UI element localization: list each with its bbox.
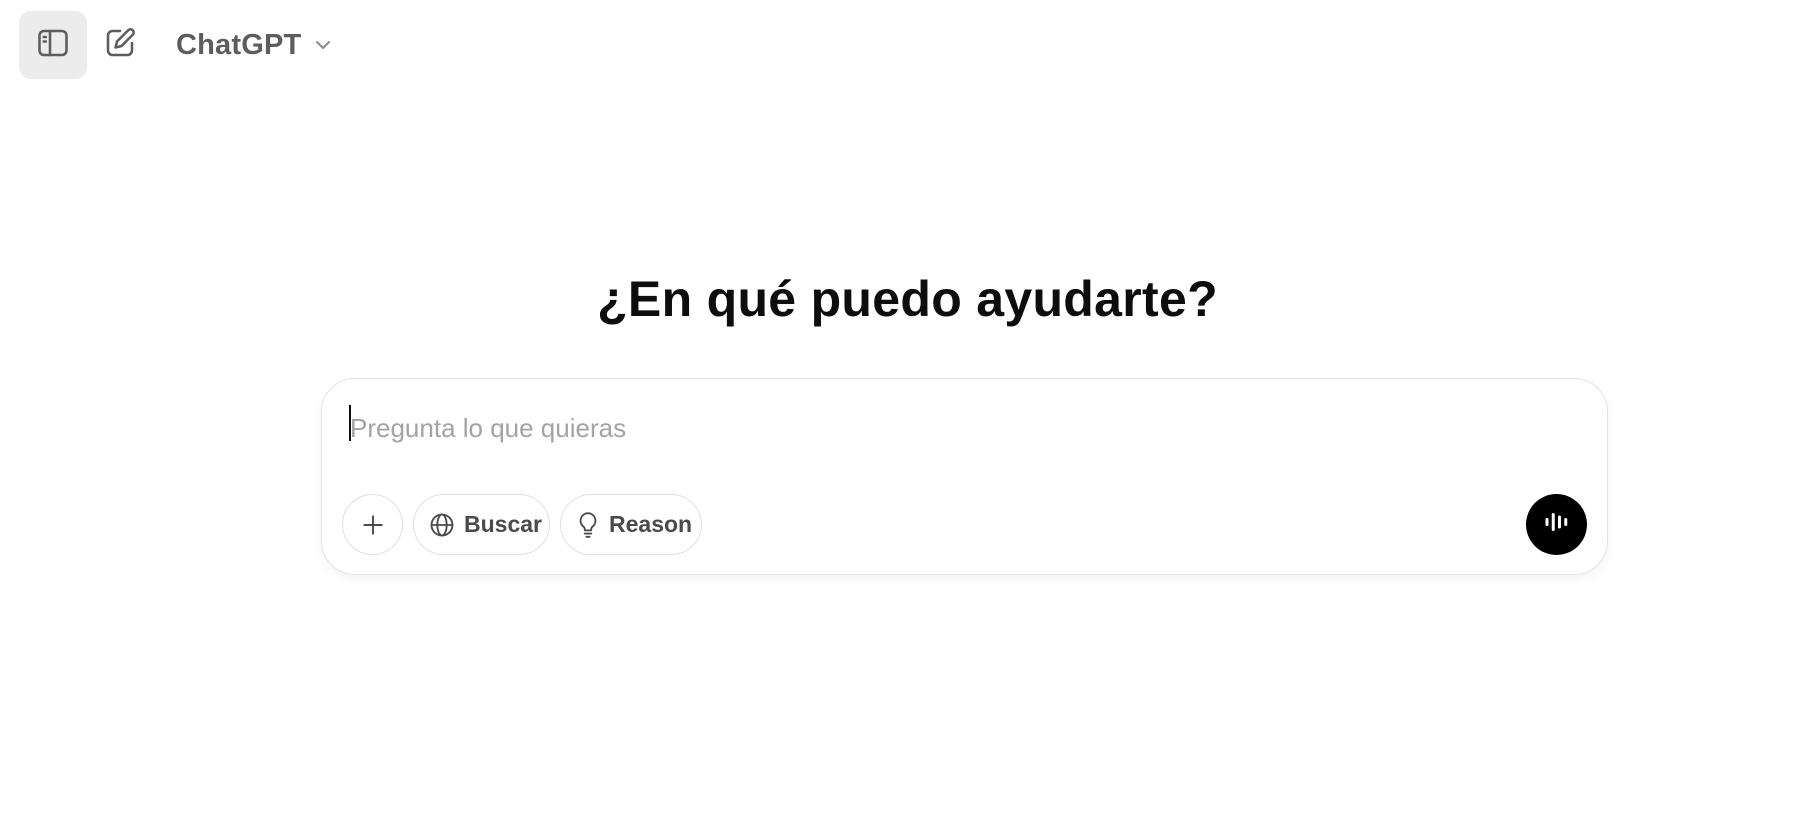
sidebar-toggle-icon — [35, 25, 71, 66]
search-button[interactable]: Buscar — [413, 494, 550, 555]
model-selector[interactable]: ChatGPT — [172, 18, 337, 72]
chevron-down-icon — [313, 35, 333, 55]
prompt-input[interactable] — [348, 405, 1548, 451]
globe-icon — [428, 511, 456, 539]
search-button-label: Buscar — [464, 511, 542, 537]
plus-icon — [360, 512, 386, 538]
reason-button-label: Reason — [609, 511, 693, 537]
voice-mode-button[interactable] — [1526, 494, 1587, 555]
attach-button[interactable] — [342, 494, 403, 555]
lightbulb-icon — [575, 510, 601, 540]
new-chat-button[interactable] — [86, 11, 154, 79]
top-bar: ChatGPT — [0, 0, 1815, 90]
edit-icon — [102, 25, 138, 66]
message-composer: Buscar Reason — [321, 378, 1608, 575]
sidebar-toggle-button[interactable] — [19, 11, 87, 79]
page-title: ¿En qué puedo ayudarte? — [597, 271, 1218, 327]
reason-button[interactable]: Reason — [560, 494, 702, 555]
text-caret — [349, 405, 351, 441]
voice-waveform-icon — [1542, 507, 1572, 542]
model-name: ChatGPT — [176, 28, 302, 61]
